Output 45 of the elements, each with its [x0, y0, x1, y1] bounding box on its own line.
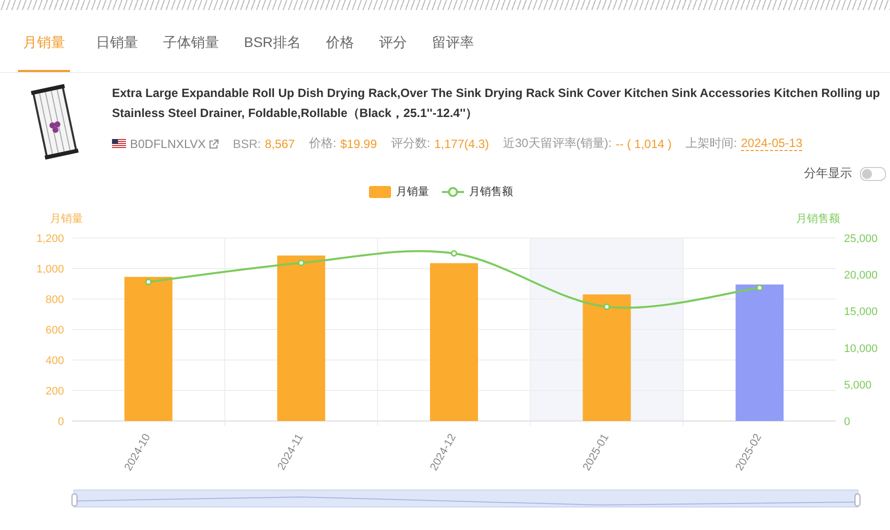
axis-tick-label: 20,000 [844, 270, 878, 282]
axis-tick-label: 15,000 [844, 306, 878, 318]
stat-label: BSR: [232, 136, 261, 150]
stat-label: 价格: [308, 135, 336, 152]
tab[interactable]: 留评率 [420, 34, 486, 72]
stat-value: 2024-05-13 [741, 136, 802, 151]
stat-label: 评分数: [390, 135, 430, 152]
axis-tick-label: 400 [46, 355, 64, 367]
axis-tick-label: 600 [46, 324, 64, 336]
toggle-label: 分年显示 [804, 165, 852, 182]
axis-tick-label: 0 [844, 416, 850, 428]
axis-title: 月销量 [50, 213, 83, 225]
axis-tick-label: 10,000 [844, 342, 878, 355]
stat-value: 8,567 [264, 136, 295, 150]
data-point [756, 284, 763, 292]
axis-tick-label: 1,000 [36, 264, 64, 276]
axis-tick-label: 0 [58, 416, 64, 428]
stat-value: 1,177(4.3) [434, 136, 489, 150]
legend-label[interactable]: 月销售额 [469, 184, 513, 199]
axis-tick-label: 25,000 [844, 233, 878, 245]
tab[interactable]: 价格 [314, 34, 366, 72]
stat-label: 上架时间: [686, 135, 737, 152]
data-point [145, 278, 152, 286]
axis-title: 月销售额 [796, 213, 840, 225]
tab[interactable]: 子体销量 [151, 34, 231, 72]
external-link-icon[interactable] [208, 138, 219, 148]
tab[interactable]: 日销量 [84, 34, 150, 72]
axis-tick-label: 800 [46, 294, 64, 306]
tab[interactable]: 评分 [366, 34, 419, 72]
toggle-switch[interactable] [860, 166, 886, 180]
product-title: Extra Large Expandable Roll Up Dish Drying Rack,Over The Sink Drying Rack Sink Cover Kitchen Sink Accessories Kitchen Rolling up Stainless Steel Drainer, Foldable,Rollable（Black，25.1''-12.4''） [112, 85, 880, 122]
data-point [450, 250, 458, 257]
stat-value: -- ( 1,014 ) [616, 136, 672, 150]
axis-tick-label: 1,200 [36, 233, 64, 245]
data-point [298, 260, 304, 266]
zoom-slider[interactable] [72, 490, 860, 508]
axis-tick-label: 5,000 [844, 379, 872, 392]
flag-icon [112, 138, 126, 148]
asin-text: B0DFLNXLVX [130, 136, 206, 150]
legend-label[interactable]: 月销量 [396, 184, 429, 199]
stat-value: $19.99 [340, 136, 377, 150]
tab[interactable]: BSR排名 [232, 34, 313, 72]
stat-label: 近30天留评率(销量): [502, 135, 612, 152]
data-point [604, 304, 610, 310]
axis-tick-label: 200 [46, 386, 64, 398]
